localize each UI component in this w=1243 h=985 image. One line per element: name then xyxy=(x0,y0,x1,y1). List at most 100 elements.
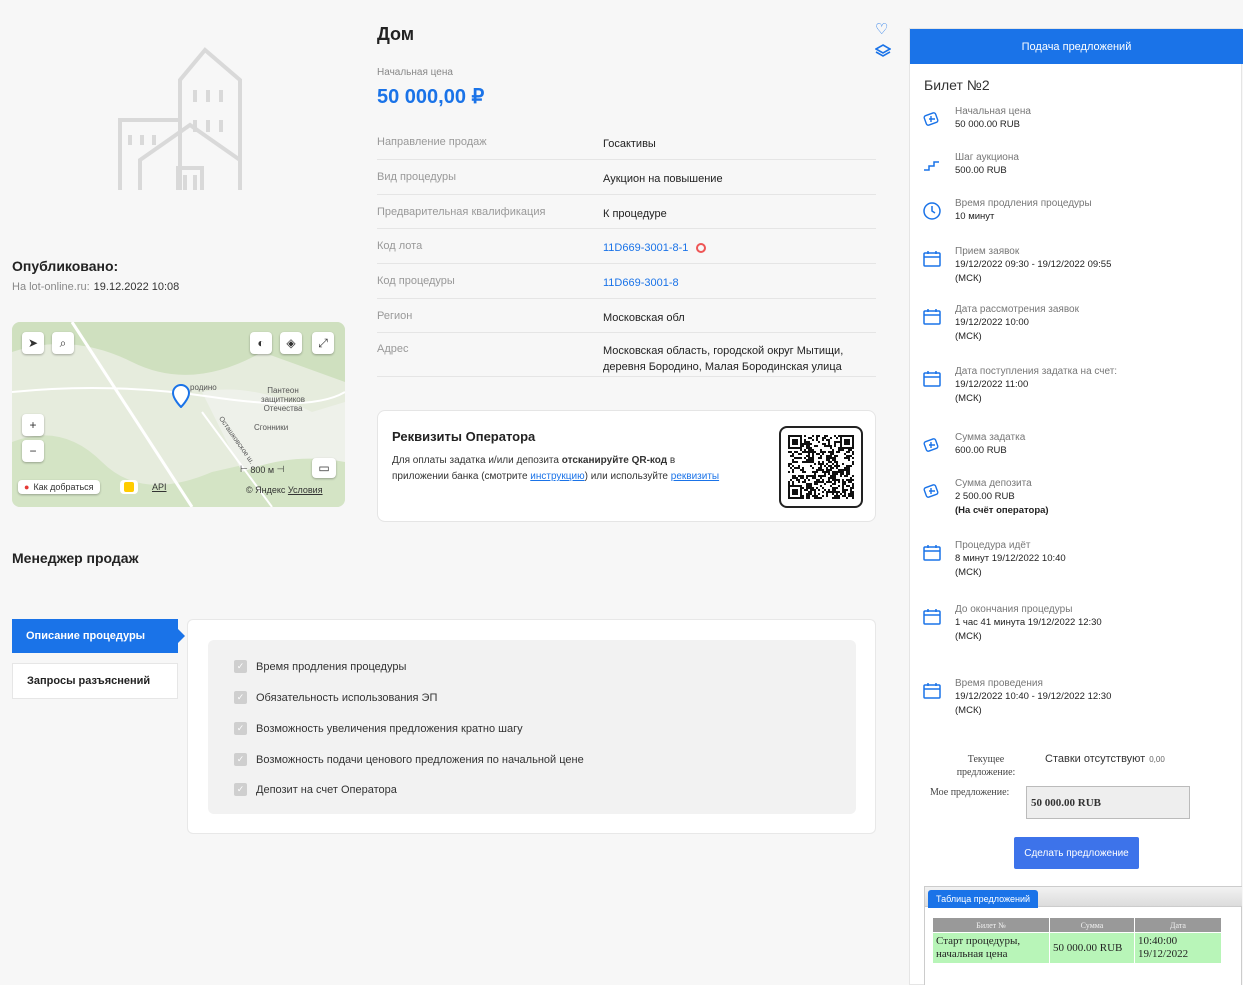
favorite-heart-icon[interactable]: ♡ xyxy=(875,20,891,38)
info-text: Сумма депозита 2 500.00 RUB (На счёт опера… xyxy=(955,477,1049,518)
my-bid-label: Мое предложение: xyxy=(930,787,1010,798)
map-traffic-icon[interactable]: ◐ xyxy=(250,332,272,354)
info-label: До окончания процедуры xyxy=(955,604,1073,615)
money-icon xyxy=(922,109,942,129)
lot-code-link[interactable]: 11D669-3001-8-1 xyxy=(603,242,688,254)
map-search-icon[interactable]: ⌕ xyxy=(52,332,74,354)
requisites-text: Для оплаты задатка и/или депозита отскан… xyxy=(392,453,722,485)
ticket-title: Билет №2 xyxy=(924,77,990,93)
info-label: Сумма депозита xyxy=(955,478,1032,489)
bid-ticket-cell: Старт процедуры, начальная цена xyxy=(932,932,1050,964)
map-api-link[interactable]: API xyxy=(152,482,167,492)
checkbox-icon: ✓ xyxy=(234,660,247,673)
info-value-note: (МСК) xyxy=(955,567,982,578)
property-row: Код процедуры 11D669-3001-8 xyxy=(377,264,876,299)
property-key: Направление продаж xyxy=(377,136,487,148)
current-bid-label: Текущее предложение: xyxy=(956,754,1016,778)
published-date: 19.12.2022 10:08 xyxy=(93,281,180,293)
calendar-icon xyxy=(922,307,942,327)
procedure-code-link[interactable]: 11D669-3001-8 xyxy=(603,275,679,298)
info-item: Прием заявок 19/12/2022 09:30 - 19/12/202… xyxy=(922,245,1111,286)
property-row: Регион Московская обл xyxy=(377,299,876,333)
instruction-link[interactable]: инструкцию xyxy=(530,471,584,482)
ruler-icon[interactable]: ▭ xyxy=(312,458,336,478)
bids-table-tab[interactable]: Таблица предложений xyxy=(928,890,1039,908)
make-bid-button[interactable]: Сделать предложение xyxy=(1014,837,1139,869)
zoom-in-icon[interactable]: + xyxy=(22,414,44,436)
start-price-label: Начальная цена xyxy=(377,67,453,78)
info-value: 19/12/2022 10:00 xyxy=(955,317,1029,328)
requisites-link[interactable]: реквизиты xyxy=(671,471,719,482)
sales-manager-title: Менеджер продаж xyxy=(12,550,139,566)
property-row: Адрес Московская область, городской округ… xyxy=(377,333,876,377)
info-value-note: (На счёт оператора) xyxy=(955,505,1049,516)
info-label: Начальная цена xyxy=(955,106,1031,117)
info-value-note: (МСК) xyxy=(955,631,982,642)
tab-questions[interactable]: Запросы разъяснений xyxy=(12,663,178,699)
published-line: На lot-online.ru: 19.12.2022 10:08 xyxy=(12,281,179,293)
info-item: Шаг аукциона 500.00 RUB xyxy=(922,151,1019,178)
info-value-note: (МСК) xyxy=(955,331,982,342)
bids-table: Билет № Сумма Дата Старт процедуры, нача… xyxy=(932,917,1222,964)
money-icon xyxy=(922,481,942,501)
map-scale: ⊢ 800 м ⊣ xyxy=(240,464,285,475)
table-header[interactable]: Билет № xyxy=(932,917,1050,933)
bid-date: 19/12/2022 xyxy=(1138,948,1189,960)
feature-label: Время продления процедуры xyxy=(256,660,407,673)
lot-code-value: 11D669-3001-8-1 xyxy=(603,240,707,263)
geolocation-icon[interactable]: ➤ xyxy=(22,332,44,354)
bidding-panel-header: Подача предложений xyxy=(910,29,1243,64)
map-copyright-text: © Яндекс xyxy=(246,485,286,495)
info-value: 1 час 41 минута 19/12/2022 12:30 xyxy=(955,617,1102,628)
property-value: Госактивы xyxy=(603,138,656,150)
feature-label: Возможность увеличения предложения кратн… xyxy=(256,722,523,735)
feature-label: Возможность подачи ценового предложения … xyxy=(256,753,584,766)
property-row: Направление продаж Госактивы xyxy=(377,124,876,160)
lot-properties: Направление продаж Госактивы Вид процедур… xyxy=(377,124,876,377)
calendar-icon xyxy=(922,607,942,627)
requisites-text-bold: отсканируйте QR-код xyxy=(561,455,668,466)
info-item: Процедура идёт 8 минут 19/12/2022 10:40 (М… xyxy=(922,539,1066,580)
info-value: 19/12/2022 11:00 xyxy=(955,379,1029,390)
info-item: Время продления процедуры 10 минут xyxy=(922,197,1092,224)
money-icon xyxy=(922,435,942,455)
start-price: 50 000,00 ₽ xyxy=(377,86,485,108)
table-header[interactable]: Дата xyxy=(1134,917,1222,933)
layers-icon[interactable] xyxy=(875,43,891,59)
tab-description[interactable]: Описание процедуры xyxy=(12,619,185,653)
info-label: Дата рассмотрения заявок xyxy=(955,304,1079,315)
map-layers-icon[interactable]: ◈ xyxy=(280,332,302,354)
feature-item: ✓ Время продления процедуры xyxy=(234,660,406,673)
checkbox-icon: ✓ xyxy=(234,691,247,704)
current-bid-amount: 0,00 xyxy=(1149,755,1165,764)
map-place-borodino: родино xyxy=(190,383,217,392)
fullscreen-icon[interactable]: ⤢ xyxy=(312,332,334,354)
map-scale-label: 800 м xyxy=(250,464,275,475)
property-key: Адрес xyxy=(377,343,409,355)
feature-item: ✓ Обязательность использования ЭП xyxy=(234,691,437,704)
zoom-out-icon[interactable]: − xyxy=(22,440,44,462)
info-text: Время проведения 19/12/2022 10:40 - 19/12… xyxy=(955,677,1111,718)
checkbox-icon: ✓ xyxy=(234,722,247,735)
info-item: Дата поступления задатка на счет: 19/12/2… xyxy=(922,365,1117,406)
checkbox-icon: ✓ xyxy=(234,783,247,796)
map-terms-link[interactable]: Условия xyxy=(288,485,323,495)
building-placeholder-icon xyxy=(118,47,242,190)
property-key: Регион xyxy=(377,310,413,322)
bids-table-tabbar: Таблица предложений xyxy=(925,887,1242,908)
checkbox-icon: ✓ xyxy=(234,753,247,766)
map-pin-icon xyxy=(172,384,190,408)
bids-table-panel: Таблица предложений Билет № Сумма Дата С… xyxy=(924,886,1242,985)
property-key: Код лота xyxy=(377,240,423,252)
table-header[interactable]: Сумма xyxy=(1049,917,1135,933)
info-item: До окончания процедуры 1 час 41 минута 19… xyxy=(922,603,1102,644)
property-row: Вид процедуры Аукцион на повышение xyxy=(377,160,876,195)
my-bid-input[interactable]: 50 000.00 RUB xyxy=(1026,786,1190,819)
property-row: Предварительная квалификация К процедуре xyxy=(377,195,876,229)
info-item: Время проведения 19/12/2022 10:40 - 19/12… xyxy=(922,677,1111,718)
current-bid: Ставки отсутствуют 0,00 xyxy=(1045,753,1165,765)
published-title: Опубликовано: xyxy=(12,258,119,274)
yandex-map[interactable]: ➤ ⌕ ◐ ◈ ⤢ + − ▭ родино Пантеон защитнико… xyxy=(12,322,345,507)
info-label: Дата поступления задатка на счет: xyxy=(955,366,1118,377)
map-route-button[interactable]: ● Как добраться xyxy=(18,480,100,494)
